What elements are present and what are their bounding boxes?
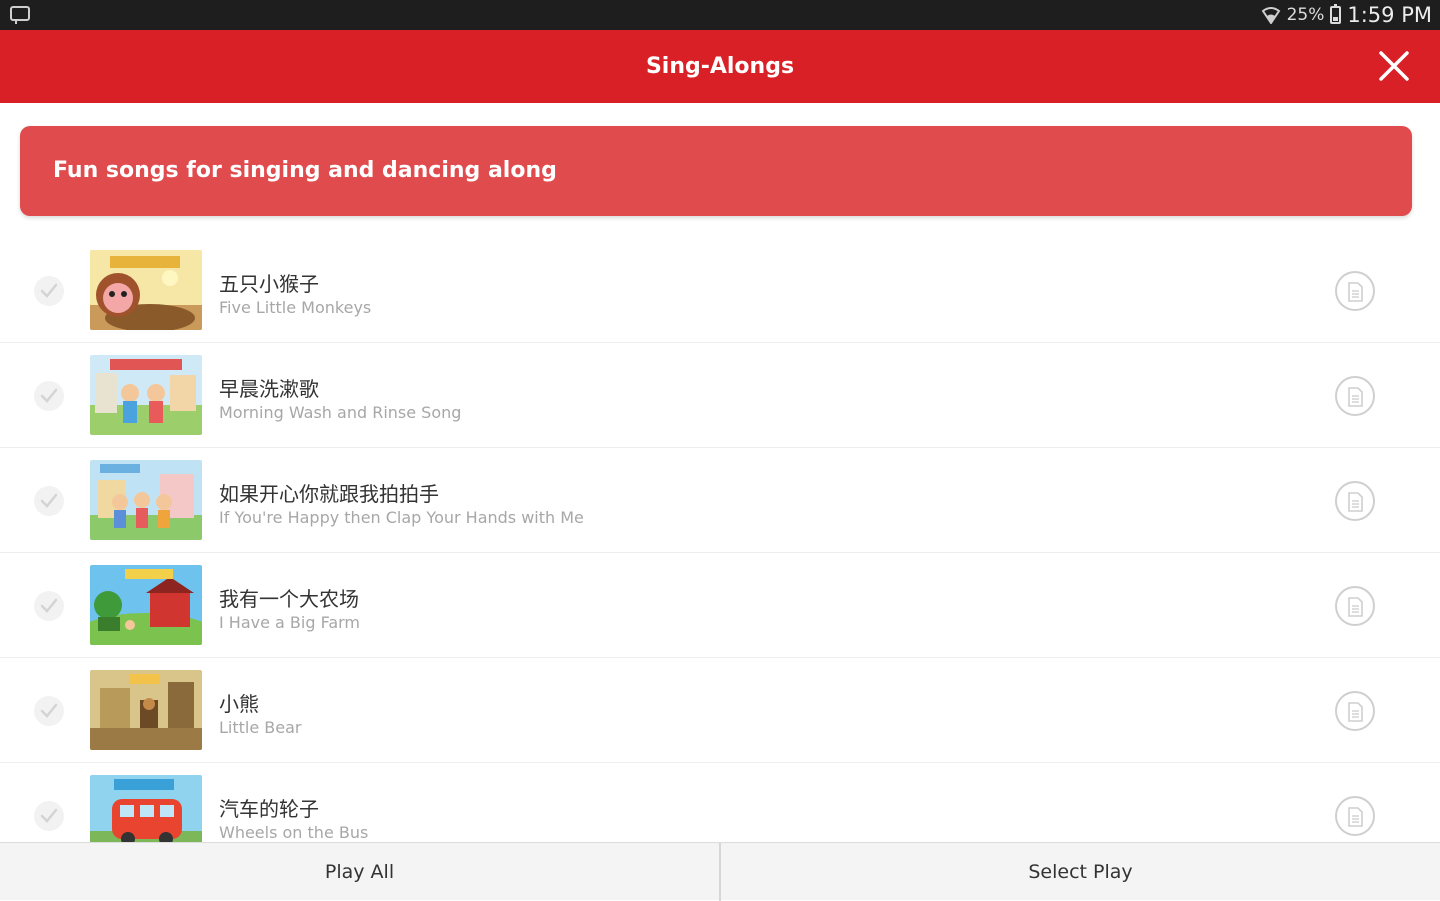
notification-icon xyxy=(10,6,30,24)
lyrics-button[interactable] xyxy=(1335,376,1375,416)
close-button[interactable] xyxy=(1378,50,1410,82)
song-title-english: Five Little Monkeys xyxy=(219,298,372,317)
document-icon xyxy=(1348,492,1363,512)
checkmark-icon[interactable] xyxy=(34,276,64,306)
battery-icon xyxy=(1330,4,1342,24)
document-icon xyxy=(1348,702,1363,722)
lyrics-button[interactable] xyxy=(1335,586,1375,626)
status-indicators: 25% 1:59 PM xyxy=(1261,3,1432,27)
song-row[interactable]: 如果开心你就跟我拍拍手 If You're Happy then Clap Yo… xyxy=(0,448,1440,553)
song-row[interactable]: 五只小猴子 Five Little Monkeys xyxy=(0,238,1440,343)
song-row[interactable]: 我有一个大农场 I Have a Big Farm xyxy=(0,553,1440,658)
document-icon xyxy=(1348,387,1363,407)
app-bar: Sing-Alongs xyxy=(0,30,1440,103)
checkmark-icon[interactable] xyxy=(34,591,64,621)
document-icon xyxy=(1348,597,1363,617)
song-title-chinese: 早晨洗漱歌 xyxy=(219,377,319,401)
wifi-icon xyxy=(1261,6,1281,24)
song-title-chinese: 我有一个大农场 xyxy=(219,587,359,611)
checkmark-icon[interactable] xyxy=(34,801,64,831)
checkmark-icon[interactable] xyxy=(34,486,64,516)
close-icon xyxy=(1379,51,1409,81)
song-title-chinese: 汽车的轮子 xyxy=(219,797,319,821)
song-title-english: Little Bear xyxy=(219,718,302,737)
song-title-english: Morning Wash and Rinse Song xyxy=(219,403,462,422)
lyrics-button[interactable] xyxy=(1335,481,1375,521)
category-banner: Fun songs for singing and dancing along xyxy=(20,126,1412,216)
page-title: Sing-Alongs xyxy=(645,54,795,79)
song-thumbnail[interactable] xyxy=(90,460,202,540)
song-row[interactable]: 小熊 Little Bear xyxy=(0,658,1440,763)
song-thumbnail[interactable] xyxy=(90,670,202,750)
play-all-button[interactable]: Play All xyxy=(0,843,719,901)
document-icon xyxy=(1348,807,1363,827)
song-title-english: Wheels on the Bus xyxy=(219,823,369,842)
select-play-button[interactable]: Select Play xyxy=(721,843,1440,901)
song-thumbnail[interactable] xyxy=(90,775,202,842)
checkmark-icon[interactable] xyxy=(34,696,64,726)
lyrics-button[interactable] xyxy=(1335,271,1375,311)
checkmark-icon[interactable] xyxy=(34,381,64,411)
song-row[interactable]: 汽车的轮子 Wheels on the Bus xyxy=(0,763,1440,842)
lyrics-button[interactable] xyxy=(1335,691,1375,731)
song-list: 五只小猴子 Five Little Monkeys 早晨洗漱歌 Morning … xyxy=(0,238,1440,842)
song-thumbnail[interactable] xyxy=(90,355,202,435)
document-icon xyxy=(1348,282,1363,302)
battery-percent: 25% xyxy=(1286,5,1325,25)
song-title-english: I Have a Big Farm xyxy=(219,613,361,632)
song-thumbnail[interactable] xyxy=(90,250,202,330)
song-thumbnail[interactable] xyxy=(90,565,202,645)
song-title-chinese: 五只小猴子 xyxy=(219,272,319,296)
song-title-english: If You're Happy then Clap Your Hands wit… xyxy=(219,508,584,527)
clock: 1:59 PM xyxy=(1347,3,1432,27)
banner-text: Fun songs for singing and dancing along xyxy=(53,158,557,183)
song-row[interactable]: 早晨洗漱歌 Morning Wash and Rinse Song xyxy=(0,343,1440,448)
song-title-chinese: 如果开心你就跟我拍拍手 xyxy=(219,482,439,506)
lyrics-button[interactable] xyxy=(1335,796,1375,836)
status-bar: 25% 1:59 PM xyxy=(0,0,1440,30)
song-title-chinese: 小熊 xyxy=(219,692,259,716)
bottom-action-bar: Play All Select Play xyxy=(0,842,1440,901)
